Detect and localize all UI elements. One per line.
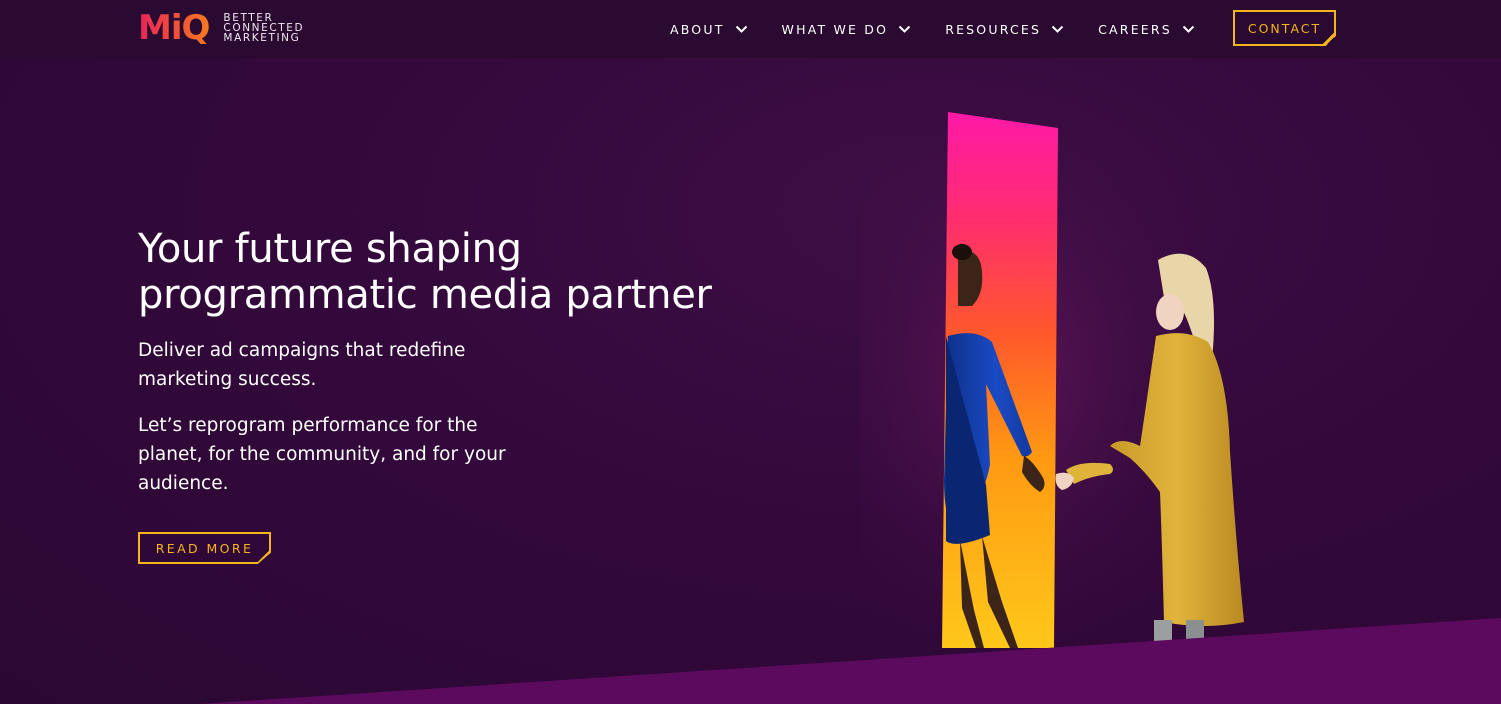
site-header: MiQ BETTER CONNECTED MARKETING ABOUT WHA… xyxy=(0,0,1501,58)
nav-item-careers[interactable]: CAREERS xyxy=(1098,22,1195,37)
chevron-down-icon xyxy=(1182,25,1195,33)
chevron-down-icon xyxy=(898,25,911,33)
hero-illustration xyxy=(860,100,1244,660)
nav-item-what-we-do[interactable]: WHAT WE DO xyxy=(782,22,912,37)
hero-title-line-2: programmatic media partner xyxy=(138,272,712,318)
nav-label: ABOUT xyxy=(670,21,725,37)
hero-subtitle: Deliver ad campaigns that redefine marke… xyxy=(138,340,466,390)
main-nav: ABOUT WHAT WE DO RESOURCES CAREERS xyxy=(670,0,1229,58)
bottom-accent-band xyxy=(200,618,1501,704)
logo[interactable]: MiQ BETTER CONNECTED MARKETING xyxy=(138,11,304,45)
nav-label: RESOURCES xyxy=(945,21,1042,37)
nav-item-resources[interactable]: RESOURCES xyxy=(945,22,1064,37)
logo-mark: MiQ xyxy=(138,8,210,48)
nav-label: CAREERS xyxy=(1098,21,1172,37)
page: MiQ BETTER CONNECTED MARKETING ABOUT WHA… xyxy=(0,0,1501,704)
hero-body: Let’s reprogram performance for the plan… xyxy=(138,415,506,494)
chevron-down-icon xyxy=(1051,25,1064,33)
hero-title-line-1: Your future shaping xyxy=(138,226,522,272)
contact-button[interactable]: CONTACT xyxy=(1233,10,1336,46)
chevron-down-icon xyxy=(735,25,747,33)
nav-label: WHAT WE DO xyxy=(781,21,889,37)
hero-title: Your future shaping programmatic media p… xyxy=(138,226,758,318)
read-more-button[interactable]: READ MORE xyxy=(138,532,271,564)
logo-tagline-line-3: MARKETING xyxy=(223,32,301,44)
nav-item-about[interactable]: ABOUT xyxy=(670,22,748,37)
logo-tagline: BETTER CONNECTED MARKETING xyxy=(223,13,304,44)
